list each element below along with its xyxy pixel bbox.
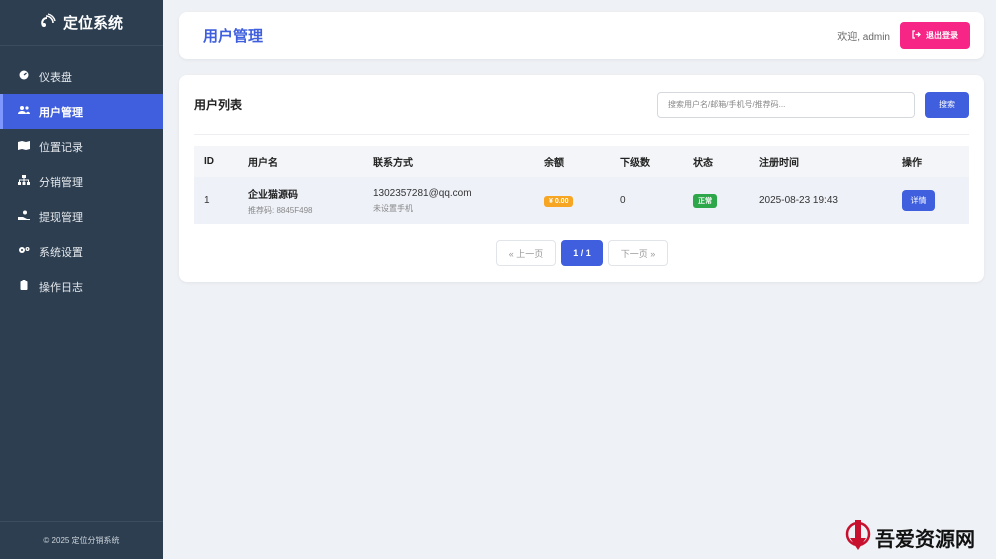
cell-id: 1: [204, 195, 210, 206]
username: 企业猫源码: [248, 189, 298, 201]
sidebar-item-label: 仪表盘: [39, 71, 72, 84]
users-table: ID 用户名 联系方式 余额 下级数 状态 注册时间 操作 1 企业猫源码 推荐…: [194, 146, 969, 224]
column-header-status: 状态: [693, 158, 713, 169]
brand[interactable]: 定位系统: [0, 0, 163, 46]
column-header-subordinates: 下级数: [620, 158, 650, 169]
cell-actions: 详情: [892, 177, 969, 224]
balance-badge: ¥ 0.00: [544, 195, 574, 207]
pagination: « 上一页 1 / 1 下一页 »: [496, 240, 668, 266]
sidebar-item-dashboard[interactable]: 仪表盘: [0, 59, 163, 94]
sidebar-item-locations[interactable]: 位置记录: [0, 129, 163, 164]
sidebar-item-label: 用户管理: [39, 106, 83, 119]
column-header-registered: 注册时间: [759, 158, 799, 169]
column-header-actions: 操作: [902, 158, 922, 169]
brand-title: 定位系统: [62, 15, 123, 32]
gears-icon: [18, 245, 30, 258]
search-input[interactable]: [657, 91, 915, 118]
satellite-dish-icon: [40, 12, 56, 33]
cell-balance: ¥ 0.00: [534, 177, 610, 224]
sidebar: 定位系统 仪表盘 用户管理 位置记录 分销管理 提现管理 系统设置 操作日志 ©…: [0, 0, 163, 559]
sidebar-item-distribution[interactable]: 分销管理: [0, 164, 163, 199]
table-header-row: ID 用户名 联系方式 余额 下级数 状态 注册时间 操作: [194, 146, 969, 177]
detail-button[interactable]: 详情: [902, 190, 935, 211]
sidebar-item-label: 分销管理: [39, 176, 83, 189]
table-row: 1 企业猫源码 推荐码: 8845F498 1302357281@qq.com …: [194, 177, 969, 224]
dashboard-icon: [18, 70, 30, 83]
page-title: 用户管理: [203, 28, 264, 45]
cell-username: 企业猫源码 推荐码: 8845F498: [238, 177, 363, 224]
watermark-logo-icon: [844, 518, 872, 557]
next-page-button[interactable]: 下一页 »: [608, 240, 668, 266]
column-header-id: ID: [204, 156, 214, 167]
sitemap-icon: [18, 175, 30, 188]
status-badge: 正常: [693, 193, 717, 208]
sidebar-footer: © 2025 定位分销系统: [0, 521, 163, 559]
search-button[interactable]: 搜索: [925, 91, 969, 118]
sidebar-nav: 仪表盘 用户管理 位置记录 分销管理 提现管理 系统设置 操作日志: [0, 59, 163, 304]
welcome-text: 欢迎, admin: [837, 32, 890, 43]
referral-code: 推荐码: 8845F498: [248, 205, 313, 215]
watermark: 吾爱资源网: [844, 517, 994, 557]
cell-subordinates: 0: [620, 195, 626, 206]
withdraw-icon: [18, 210, 30, 223]
page-header: 用户管理 欢迎, admin 退出登录: [179, 12, 984, 59]
card-header: 用户列表 搜索: [194, 75, 969, 135]
column-header-balance: 余额: [544, 158, 564, 169]
sidebar-item-withdrawals[interactable]: 提现管理: [0, 199, 163, 234]
sidebar-item-label: 位置记录: [39, 141, 83, 154]
watermark-text: 吾爱资源网: [875, 526, 975, 551]
email: 1302357281@qq.com: [373, 187, 472, 199]
column-header-username: 用户名: [248, 158, 278, 169]
sign-out-icon: [912, 30, 921, 41]
sidebar-item-label: 系统设置: [39, 246, 83, 259]
cell-status: 正常: [683, 177, 749, 224]
sidebar-item-label: 操作日志: [39, 281, 83, 294]
sidebar-item-logs[interactable]: 操作日志: [0, 269, 163, 304]
map-marker-icon: [18, 140, 30, 153]
current-page[interactable]: 1 / 1: [561, 240, 603, 266]
search-bar: 搜索: [657, 91, 969, 118]
sidebar-item-label: 提现管理: [39, 211, 83, 224]
sidebar-item-users[interactable]: 用户管理: [0, 94, 163, 129]
logout-label: 退出登录: [926, 31, 958, 40]
phone: 未设置手机: [373, 203, 413, 213]
clipboard-icon: [18, 280, 30, 293]
header-user-area: 欢迎, admin 退出登录: [837, 22, 970, 49]
users-icon: [18, 105, 30, 118]
user-list-card: 用户列表 搜索 ID 用户名 联系方式 余额 下级数 状态 注册时间 操作 1 …: [179, 75, 984, 282]
cell-registered: 2025-08-23 19:43: [759, 195, 838, 206]
logout-button[interactable]: 退出登录: [900, 22, 970, 49]
sidebar-item-settings[interactable]: 系统设置: [0, 234, 163, 269]
cell-contact: 1302357281@qq.com 未设置手机: [363, 177, 534, 224]
prev-page-button[interactable]: « 上一页: [496, 240, 556, 266]
card-title: 用户列表: [194, 98, 243, 112]
column-header-contact: 联系方式: [373, 158, 413, 169]
